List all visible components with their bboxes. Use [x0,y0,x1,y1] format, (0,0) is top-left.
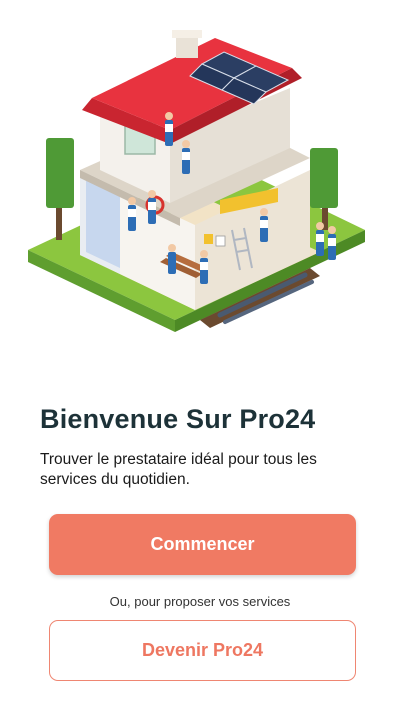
provider-prompt: Ou, pour proposer vos services [109,594,291,609]
page-title: Bienvenue Sur Pro24 [40,404,316,434]
house-renovation-illustration [28,30,365,332]
become-pro-button[interactable]: Devenir Pro24 [49,620,356,681]
welcome-description: Trouver le prestataire idéal pour tous l… [40,451,317,488]
start-button[interactable]: Commencer [49,514,356,575]
